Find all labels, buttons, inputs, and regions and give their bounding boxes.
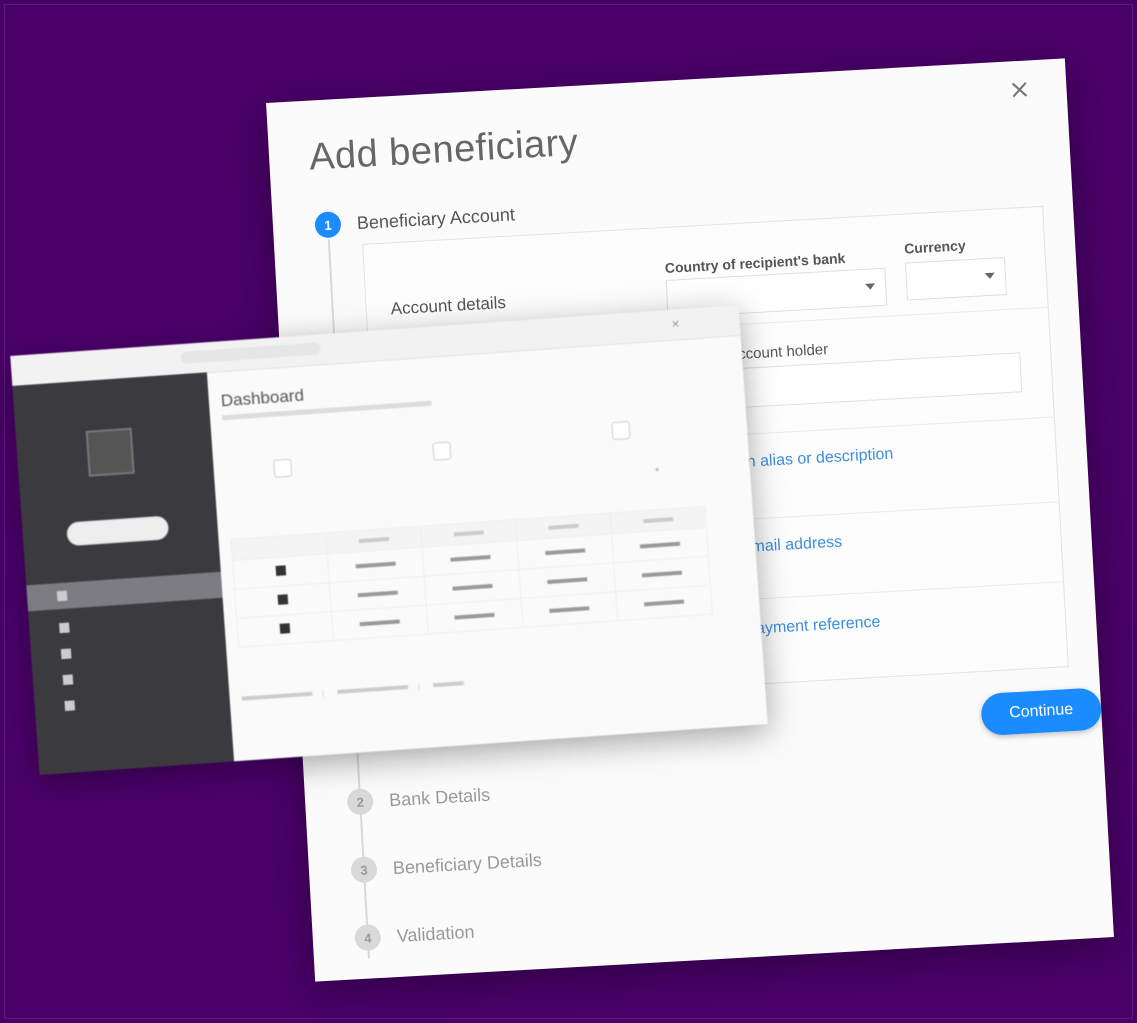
step-label: Beneficiary Details — [392, 849, 543, 878]
table-cell — [426, 598, 523, 634]
dashboard-main: Dashboard + — [207, 335, 768, 761]
quick-action[interactable] — [611, 418, 638, 442]
step-number: 2 — [346, 788, 374, 816]
step-number: 1 — [314, 211, 342, 239]
table-cell — [331, 605, 429, 641]
balances-table — [231, 506, 713, 648]
close-icon[interactable]: × — [671, 315, 680, 332]
row-icon-cell — [236, 611, 334, 648]
step-bank-details[interactable]: 2 Bank Details — [346, 782, 491, 816]
page-title: Dashboard — [220, 385, 305, 411]
step-label: Bank Details — [388, 784, 491, 810]
tab[interactable] — [241, 689, 324, 703]
account-details-label: Account details — [390, 292, 507, 319]
avatar[interactable] — [85, 427, 135, 477]
action-icon — [432, 441, 452, 461]
step-number: 4 — [354, 923, 382, 952]
chevron-down-icon — [865, 283, 876, 290]
currency-icon — [275, 565, 287, 576]
add-payment-reference-link[interactable]: payment reference — [747, 614, 881, 639]
currency-icon — [279, 623, 291, 634]
wallet-icon — [59, 622, 70, 634]
user-icon — [64, 700, 76, 712]
account-holder-label: account holder — [729, 341, 829, 364]
tab[interactable] — [433, 679, 474, 689]
currency-icon — [277, 594, 289, 605]
sidebar-action-button[interactable] — [65, 515, 170, 547]
add-email-link[interactable]: email address — [742, 534, 842, 558]
currency-select[interactable] — [904, 257, 1007, 301]
quick-action[interactable] — [432, 439, 459, 463]
payments-icon — [60, 648, 72, 660]
step-beneficiary-details[interactable]: 3 Beneficiary Details — [350, 847, 542, 884]
table-tabs — [241, 679, 474, 703]
step-label: Beneficiary Account — [356, 203, 516, 233]
add-alias-link[interactable]: an alias or description — [737, 446, 893, 473]
action-icon — [611, 420, 631, 441]
group-icon — [62, 674, 74, 686]
chevron-down-icon — [984, 272, 996, 280]
tab[interactable] — [337, 683, 420, 696]
quick-action[interactable] — [273, 456, 300, 480]
dashboard-sidebar — [12, 372, 235, 775]
dashboard-icon — [56, 590, 68, 602]
continue-button[interactable]: Continue — [980, 687, 1103, 737]
dashboard-window: × Dashboard + — [10, 305, 768, 775]
close-icon[interactable]: × — [1008, 74, 1031, 105]
modal-title: Add beneficiary — [308, 121, 580, 179]
table-cell — [520, 591, 618, 628]
address-bar[interactable] — [180, 342, 321, 365]
step-label: Validation — [396, 921, 475, 946]
action-icon — [273, 458, 293, 478]
table-cell — [615, 585, 713, 621]
add-link[interactable]: + — [654, 465, 659, 474]
step-number: 3 — [350, 856, 378, 884]
step-validation[interactable]: 4 Validation — [354, 919, 475, 952]
step-beneficiary-account[interactable]: 1 Beneficiary Account — [314, 201, 516, 239]
currency-label: Currency — [903, 237, 967, 257]
